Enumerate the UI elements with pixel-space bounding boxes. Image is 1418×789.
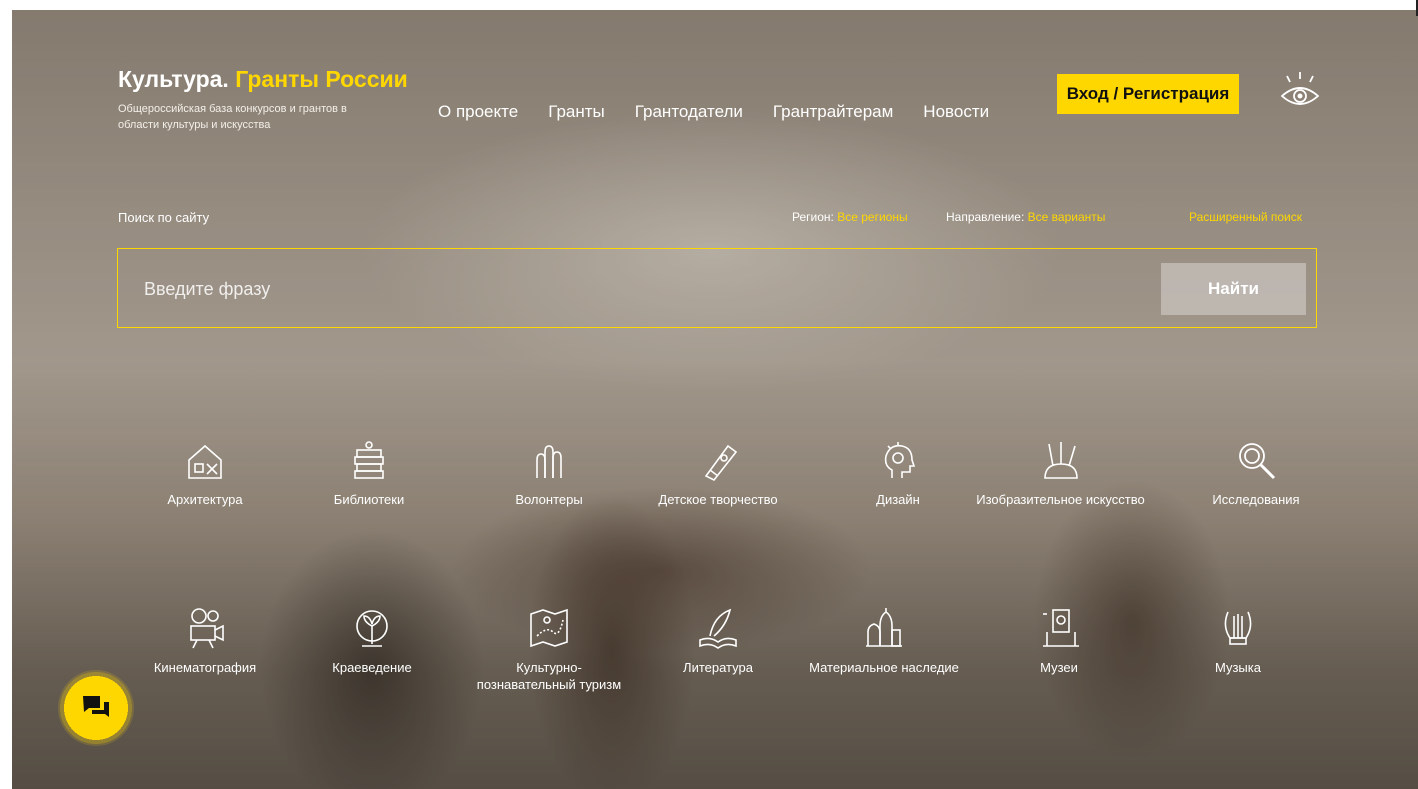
region-filter-value[interactable]: Все регионы	[837, 210, 907, 224]
quill-book-icon	[699, 608, 737, 649]
direction-filter[interactable]: Направление: Все варианты	[946, 210, 1105, 224]
head-bulb-icon	[884, 442, 916, 478]
chat-button[interactable]	[58, 670, 134, 746]
category-cinema[interactable]: Кинематография	[130, 606, 280, 676]
cathedral-icon	[866, 608, 902, 647]
direction-filter-label: Направление:	[946, 210, 1025, 224]
category-label: Кинематография	[153, 660, 257, 675]
logo-title-accent: Гранты России	[235, 66, 408, 92]
site-logo[interactable]: Культура. Гранты России Общероссийская б…	[118, 66, 408, 133]
category-fine-arts[interactable]: Изобразительное искусство	[973, 438, 1148, 508]
category-label: Дизайн	[876, 492, 920, 507]
category-architecture[interactable]: Архитектура	[130, 438, 280, 508]
architecture-icon	[188, 444, 222, 479]
category-museums[interactable]: Музеи	[984, 606, 1134, 676]
category-label: Музеи	[1040, 660, 1078, 675]
nav-grants[interactable]: Гранты	[548, 102, 605, 122]
globe-plant-icon	[356, 610, 388, 647]
category-label: Исследования	[1212, 492, 1300, 507]
nav-grantors[interactable]: Грантодатели	[635, 102, 743, 122]
page-hero: Культура. Гранты России Общероссийская б…	[12, 10, 1418, 789]
advanced-search-link[interactable]: Расширенный поиск	[1189, 210, 1302, 224]
lyre-icon	[1224, 611, 1252, 645]
category-label: Библиотеки	[333, 492, 405, 507]
eye-icon[interactable]	[1276, 68, 1324, 116]
magnifier-icon	[1239, 443, 1276, 480]
category-label: Краеведение	[332, 660, 412, 675]
login-register-button[interactable]: Вход / Регистрация	[1057, 74, 1239, 114]
nav-grantwriters[interactable]: Грантрайтерам	[773, 102, 893, 122]
main-nav: О проекте Гранты Грантодатели Грантрайте…	[438, 102, 1019, 122]
nav-about[interactable]: О проекте	[438, 102, 518, 122]
category-material-heritage[interactable]: Материальное наследие	[809, 606, 959, 676]
map-icon	[530, 608, 568, 648]
category-kids-creativity[interactable]: Детское творчество	[643, 438, 793, 508]
category-label: Архитектура	[167, 492, 243, 507]
chat-bubbles-icon	[83, 696, 109, 717]
category-design[interactable]: Дизайн	[823, 438, 973, 508]
category-label: Литература	[683, 660, 753, 675]
category-label: Детское творчество	[658, 492, 778, 507]
category-label: Волонтеры	[515, 492, 583, 507]
logo-subtitle: Общероссийская база конкурсов и грантов …	[118, 103, 347, 131]
museum-exhibit-icon	[1043, 609, 1079, 647]
hands-icon	[536, 445, 562, 478]
region-filter[interactable]: Регион: Все регионы	[792, 210, 908, 224]
category-local-history[interactable]: Краеведение	[297, 606, 447, 676]
nav-news[interactable]: Новости	[923, 102, 989, 122]
category-literature[interactable]: Литература	[643, 606, 793, 676]
region-filter-label: Регион:	[792, 210, 834, 224]
category-tourism[interactable]: Культурно-познавательный туризм	[474, 606, 624, 693]
search-button[interactable]: Найти	[1161, 263, 1306, 315]
search-box: Найти	[117, 248, 1317, 328]
category-research[interactable]: Исследования	[1181, 438, 1331, 508]
category-label: Материальное наследие	[809, 660, 959, 675]
crayon-icon	[704, 444, 738, 482]
logo-title: Культура. Гранты России	[118, 66, 408, 93]
film-camera-icon	[190, 608, 224, 649]
category-label: Культурно-познавательный туризм	[476, 660, 622, 692]
brushes-icon	[1043, 442, 1078, 479]
category-label: Музыка	[1215, 660, 1261, 675]
category-music[interactable]: Музыка	[1163, 606, 1313, 676]
logo-title-main: Культура.	[118, 66, 229, 92]
category-volunteers[interactable]: Волонтеры	[474, 438, 624, 508]
category-libraries[interactable]: Библиотеки	[294, 438, 444, 508]
direction-filter-value[interactable]: Все варианты	[1028, 210, 1106, 224]
search-input[interactable]	[142, 271, 1046, 307]
category-label: Изобразительное искусство	[976, 492, 1145, 507]
books-icon	[354, 441, 384, 479]
search-label: Поиск по сайту	[118, 210, 210, 225]
